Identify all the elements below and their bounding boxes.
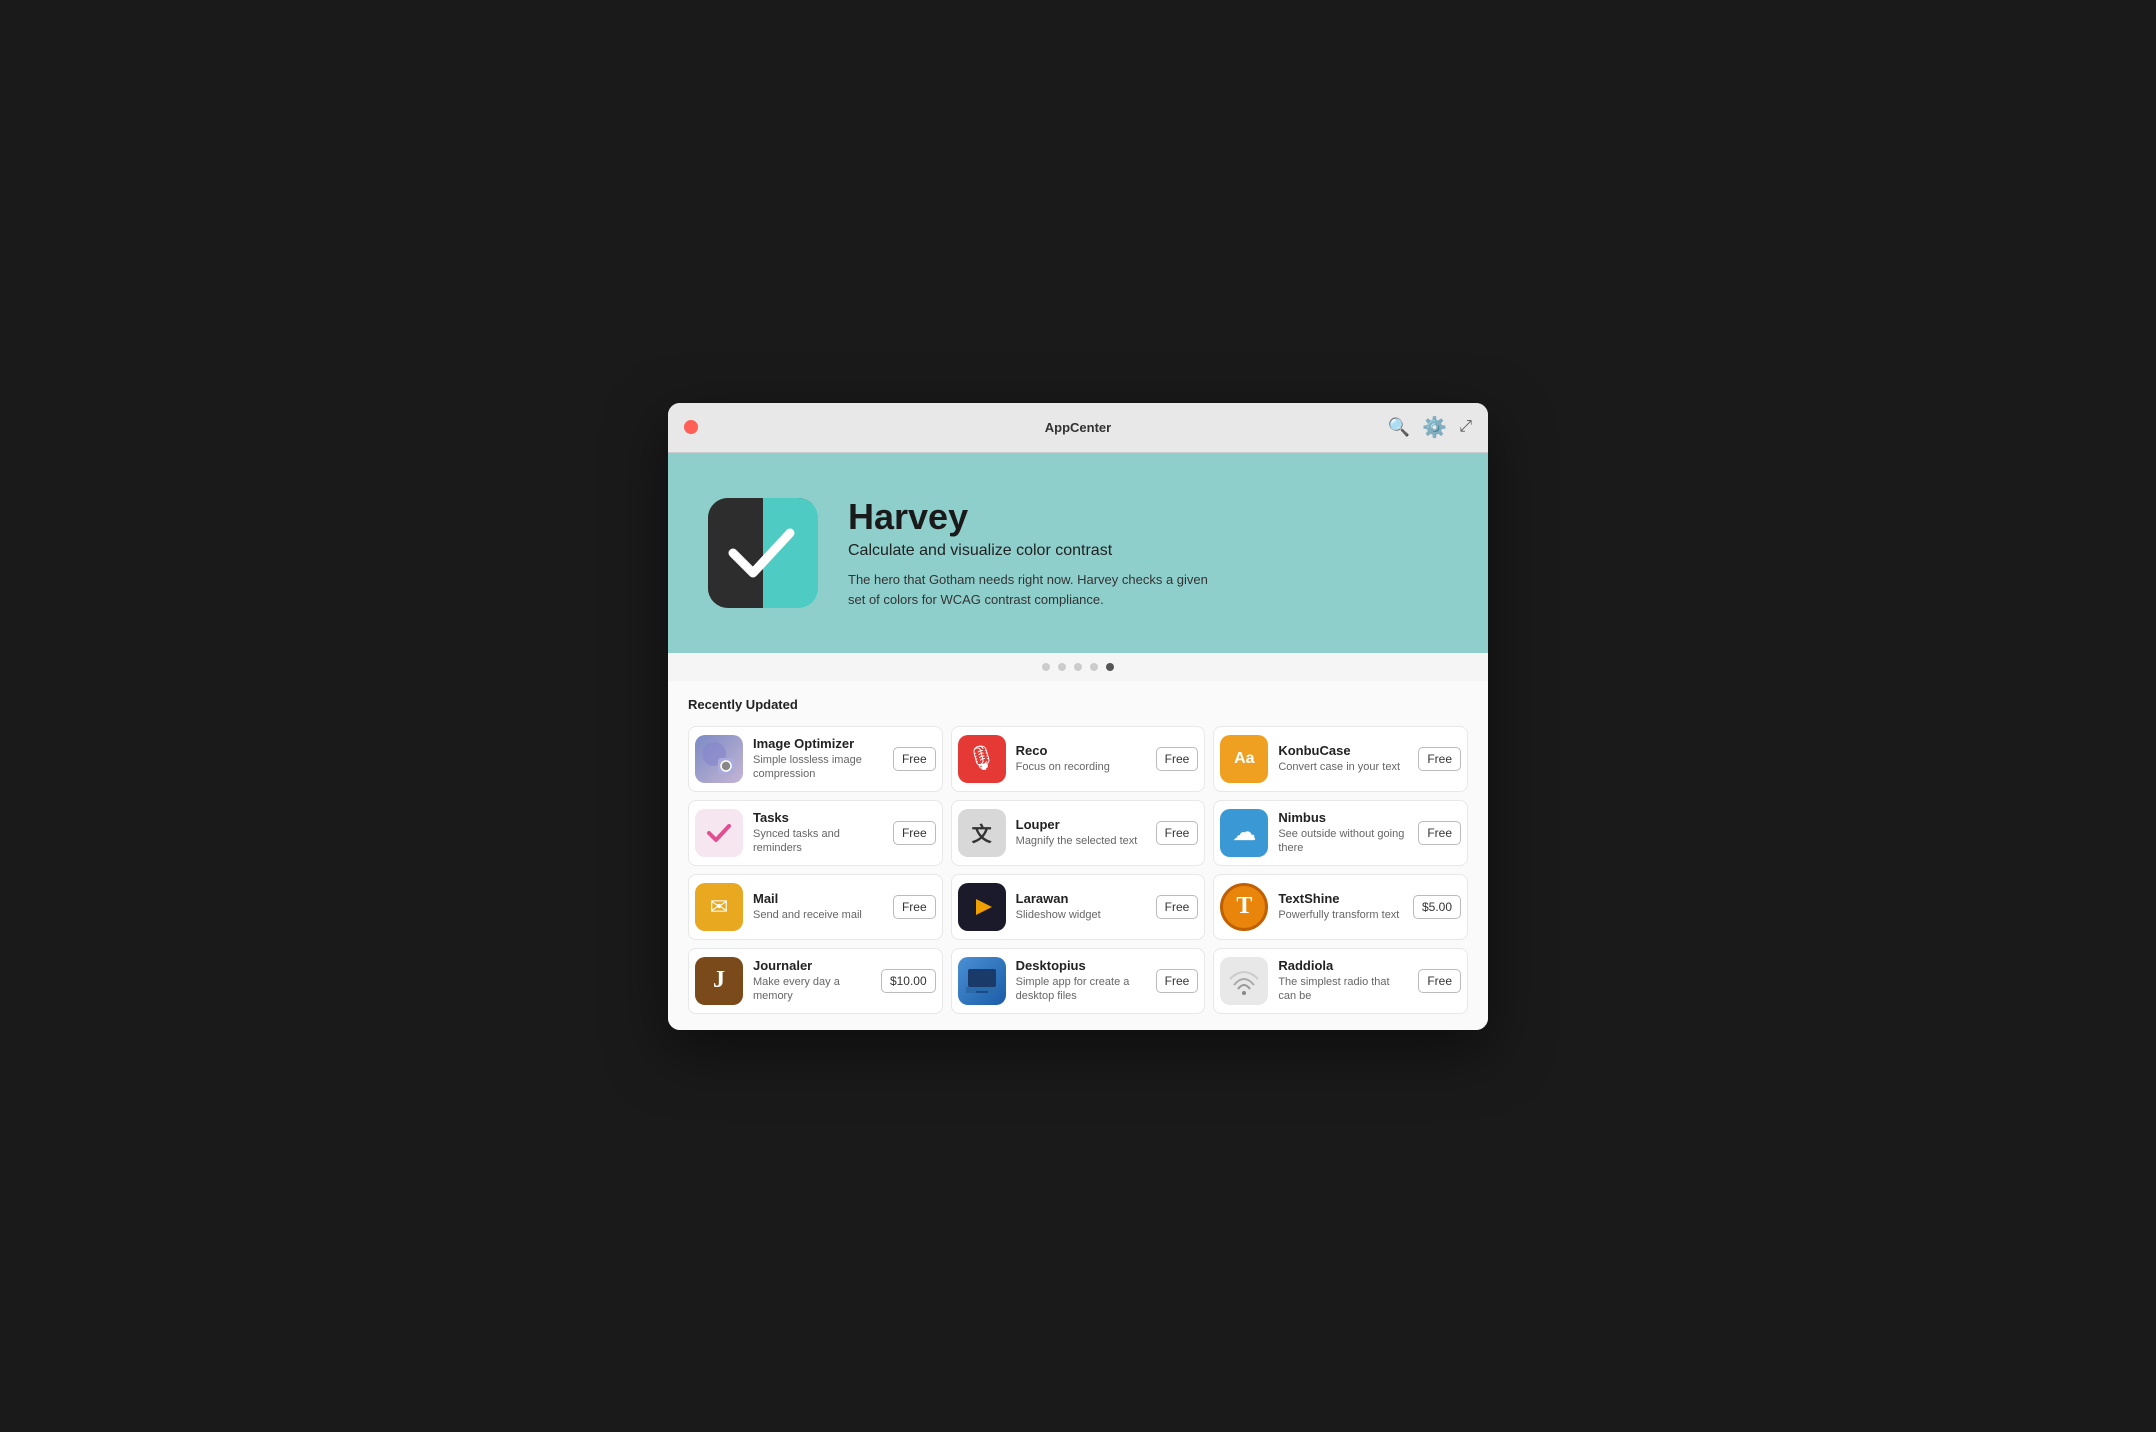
app-name: Journaler [753, 958, 871, 973]
list-item: Desktopius Simple app for create a deskto… [951, 948, 1206, 1014]
list-item: Larawan Slideshow widget Free [951, 874, 1206, 940]
list-item: Tasks Synced tasks and reminders Free [688, 800, 943, 866]
app-info-mail: Mail Send and receive mail [753, 891, 883, 922]
app-price-desktopius[interactable]: Free [1156, 969, 1199, 993]
app-price-mail[interactable]: Free [893, 895, 936, 919]
harvey-icon-svg [708, 498, 818, 608]
list-item: 文 Louper Magnify the selected text Free [951, 800, 1206, 866]
list-item: Aa KonbuCase Convert case in your text Free [1213, 726, 1468, 792]
app-window: × AppCenter 🔍 ⚙️ ⤢ Harvey Calculate and … [668, 403, 1488, 1030]
app-name: Image Optimizer [753, 736, 883, 751]
dot-3[interactable] [1074, 663, 1082, 671]
list-item: T TextShine Powerfully transform text $5.00 [1213, 874, 1468, 940]
app-icon-konbucase: Aa [1220, 735, 1268, 783]
app-description: Make every day a memory [753, 975, 871, 1004]
app-icon-mail: ✉ [695, 883, 743, 931]
dot-2[interactable] [1058, 663, 1066, 671]
titlebar-right: 🔍 ⚙️ ⤢ [1388, 415, 1472, 440]
list-item: ✉ Mail Send and receive mail Free [688, 874, 943, 940]
app-price-reco[interactable]: Free [1156, 747, 1199, 771]
titlebar-left: × [684, 420, 698, 434]
dot-1[interactable] [1042, 663, 1050, 671]
app-name: KonbuCase [1278, 743, 1408, 758]
app-description: Simple app for create a desktop files [1016, 975, 1146, 1004]
app-name: Larawan [1016, 891, 1146, 906]
app-icon-louper: 文 [958, 809, 1006, 857]
app-price-image-optimizer[interactable]: Free [893, 747, 936, 771]
app-price-textshine[interactable]: $5.00 [1413, 895, 1461, 919]
app-icon-textshine: T [1220, 883, 1268, 931]
dot-5[interactable] [1106, 663, 1114, 671]
hero-banner: Harvey Calculate and visualize color con… [668, 453, 1488, 653]
close-button[interactable]: × [684, 420, 698, 434]
app-price-journaler[interactable]: $10.00 [881, 969, 936, 993]
app-name: Mail [753, 891, 883, 906]
app-icon-desktopius [958, 957, 1006, 1005]
section-title: Recently Updated [688, 697, 1468, 712]
app-description: Focus on recording [1016, 760, 1146, 774]
app-icon-raddiola [1220, 957, 1268, 1005]
app-info-reco: Reco Focus on recording [1016, 743, 1146, 774]
app-description: Magnify the selected text [1016, 834, 1146, 848]
app-price-nimbus[interactable]: Free [1418, 821, 1461, 845]
hero-app-icon [708, 498, 818, 608]
app-description: Synced tasks and reminders [753, 827, 883, 856]
main-content: Recently Updated Image Optimizer Simple l… [668, 681, 1488, 1030]
app-price-tasks[interactable]: Free [893, 821, 936, 845]
search-button[interactable]: 🔍 [1388, 417, 1410, 438]
app-name: Reco [1016, 743, 1146, 758]
app-info-textshine: TextShine Powerfully transform text [1278, 891, 1403, 922]
app-icon-journaler: J [695, 957, 743, 1005]
apps-grid: Image Optimizer Simple lossless image com… [688, 726, 1468, 1014]
app-description: Send and receive mail [753, 908, 883, 922]
list-item: 🎙 Reco Focus on recording Free [951, 726, 1206, 792]
app-info-journaler: Journaler Make every day a memory [753, 958, 871, 1004]
app-price-larawan[interactable]: Free [1156, 895, 1199, 919]
app-name: Tasks [753, 810, 883, 825]
app-description: Simple lossless image compression [753, 753, 883, 782]
settings-badge-button[interactable]: ⚙️ [1422, 415, 1447, 440]
app-description: Convert case in your text [1278, 760, 1408, 774]
hero-description: The hero that Gotham needs right now. Ha… [848, 570, 1228, 609]
hero-content: Harvey Calculate and visualize color con… [848, 496, 1448, 609]
window-title: AppCenter [1045, 420, 1111, 435]
app-name: TextShine [1278, 891, 1403, 906]
hero-subtitle: Calculate and visualize color contrast [848, 542, 1448, 560]
app-description: The simplest radio that can be [1278, 975, 1408, 1004]
app-description: Slideshow widget [1016, 908, 1146, 922]
expand-button[interactable]: ⤢ [1459, 418, 1472, 436]
app-icon-image-optimizer [695, 735, 743, 783]
app-info-larawan: Larawan Slideshow widget [1016, 891, 1146, 922]
app-price-konbucase[interactable]: Free [1418, 747, 1461, 771]
hero-title: Harvey [848, 496, 1448, 538]
app-icon-nimbus: ☁ [1220, 809, 1268, 857]
app-icon-larawan [958, 883, 1006, 931]
app-info-image-optimizer: Image Optimizer Simple lossless image com… [753, 736, 883, 782]
app-info-tasks: Tasks Synced tasks and reminders [753, 810, 883, 856]
app-name: Louper [1016, 817, 1146, 832]
app-description: See outside without going there [1278, 827, 1408, 856]
list-item: Raddiola The simplest radio that can be Fr… [1213, 948, 1468, 1014]
app-info-konbucase: KonbuCase Convert case in your text [1278, 743, 1408, 774]
list-item: J Journaler Make every day a memory $10.00 [688, 948, 943, 1014]
carousel-dots [668, 653, 1488, 681]
list-item: ☁ Nimbus See outside without going there Fr… [1213, 800, 1468, 866]
app-price-raddiola[interactable]: Free [1418, 969, 1461, 993]
list-item: Image Optimizer Simple lossless image com… [688, 726, 943, 792]
app-price-louper[interactable]: Free [1156, 821, 1199, 845]
app-name: Raddiola [1278, 958, 1408, 973]
app-info-desktopius: Desktopius Simple app for create a deskto… [1016, 958, 1146, 1004]
app-description: Powerfully transform text [1278, 908, 1403, 922]
app-info-nimbus: Nimbus See outside without going there [1278, 810, 1408, 856]
app-icon-reco: 🎙 [958, 735, 1006, 783]
titlebar: × AppCenter 🔍 ⚙️ ⤢ [668, 403, 1488, 453]
app-info-louper: Louper Magnify the selected text [1016, 817, 1146, 848]
app-name: Desktopius [1016, 958, 1146, 973]
app-info-raddiola: Raddiola The simplest radio that can be [1278, 958, 1408, 1004]
app-icon-tasks [695, 809, 743, 857]
app-name: Nimbus [1278, 810, 1408, 825]
dot-4[interactable] [1090, 663, 1098, 671]
